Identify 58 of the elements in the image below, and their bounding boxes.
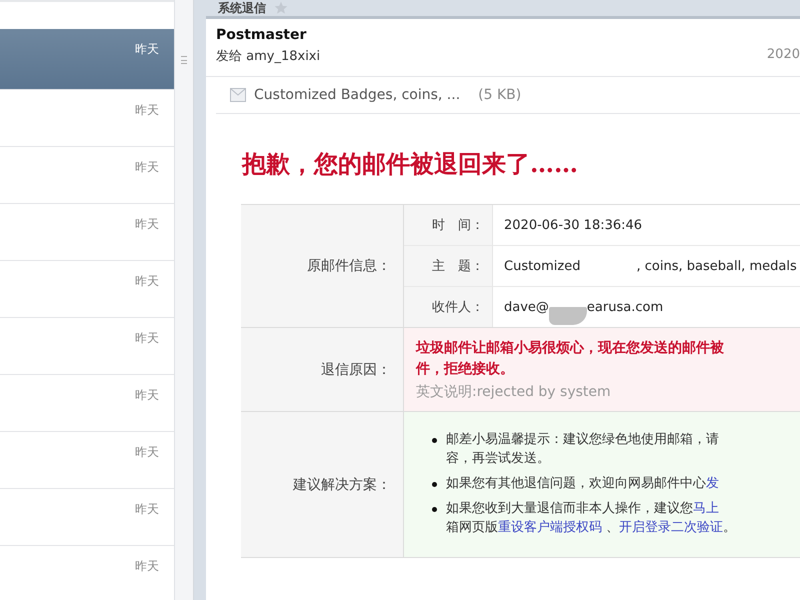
mail-date: 昨天 (135, 501, 159, 517)
field-label: 收件人： (404, 287, 493, 327)
suggestion-link[interactable]: 开启登录二次验证 (619, 520, 724, 535)
mail-list-item[interactable]: 昨天 (0, 375, 174, 432)
mail-list-item[interactable]: 昨天 (0, 489, 174, 546)
bounce-reason: 件，拒绝接收。 (416, 360, 515, 379)
row-label: 建议解决方案： (241, 412, 404, 557)
mail-list-item[interactable]: 昨天 (0, 318, 174, 375)
field-value: Customized (504, 258, 580, 274)
mail-list-item[interactable]: 昨天 (0, 29, 174, 90)
mail-list-item[interactable]: 昨天 (0, 546, 174, 600)
redaction-mark (548, 307, 587, 325)
mail-date: 昨天 (135, 330, 159, 346)
recipient-text: 发给 amy_18xixi (216, 48, 320, 65)
mail-date: 昨天 (135, 102, 159, 118)
mail-list-item[interactable]: 昨天 (0, 204, 174, 261)
suggestion-text: 容，再尝试发送。 (446, 451, 550, 466)
bounce-reason: 垃圾邮件让邮箱小易很烦心，现在您发送的邮件被 (416, 338, 725, 358)
mail-date: 昨天 (135, 387, 159, 403)
mail-list-item[interactable]: 昨天 (0, 147, 174, 204)
suggestion-text: 。 (723, 520, 736, 535)
envelope-icon (230, 88, 246, 102)
mail-list-item[interactable]: 昨天 (0, 432, 174, 489)
field-label: 主 题： (404, 246, 493, 287)
mail-date: 昨天 (135, 216, 159, 232)
bullet-icon (432, 482, 437, 487)
bullet-icon (432, 507, 437, 512)
reason-note: 英文说明:rejected by system (416, 383, 612, 401)
field-value: dave@ (504, 300, 549, 314)
suggestion-link[interactable]: 马上 (693, 501, 719, 516)
bounce-heading: 抱歉，您的邮件被退回来了…… (242, 148, 579, 180)
message-date: 2020 (766, 47, 800, 64)
field-label: 时 间： (404, 205, 493, 246)
row-label: 退信原因： (241, 328, 404, 412)
suggestion-link[interactable]: 发 (706, 476, 719, 491)
attachment-size: (5 KB) (478, 87, 522, 103)
mail-date: 昨天 (135, 41, 159, 57)
mail-date: 昨天 (135, 444, 159, 460)
mail-list-item[interactable]: 昨天 (0, 90, 174, 147)
star-icon[interactable] (274, 1, 288, 15)
suggestion-text: 箱网页版 (446, 520, 498, 535)
mail-list-item[interactable]: 昨天 (0, 261, 174, 318)
sender-name: Postmaster (216, 27, 308, 43)
mail-date: 昨天 (135, 159, 159, 175)
mail-date: 昨天 (135, 558, 159, 574)
suggestion-link[interactable]: 重设客户端授权码 (498, 520, 602, 535)
tab-title[interactable]: 系统退信 (218, 1, 266, 15)
field-value: , coins, baseball, medals (636, 258, 797, 274)
field-value: 2020-06-30 18:36:46 (504, 218, 642, 232)
suggestion-text: 如果您有其他退信问题，欢迎向网易邮件中心 (446, 476, 706, 491)
suggestion-text: 如果您收到大量退信而非本人操作，建议您 (446, 501, 693, 516)
suggestion-text: 邮差小易温馨提示：建议您绿色地使用邮箱，请 (446, 432, 719, 447)
bullet-icon (432, 438, 437, 443)
attachment-name[interactable]: Customized Badges, coins, ... (254, 87, 460, 103)
mail-date: 昨天 (135, 273, 159, 289)
suggestion-text: 、 (605, 520, 620, 535)
field-value: earusa.com (586, 300, 664, 314)
row-label: 原邮件信息： (241, 205, 404, 328)
